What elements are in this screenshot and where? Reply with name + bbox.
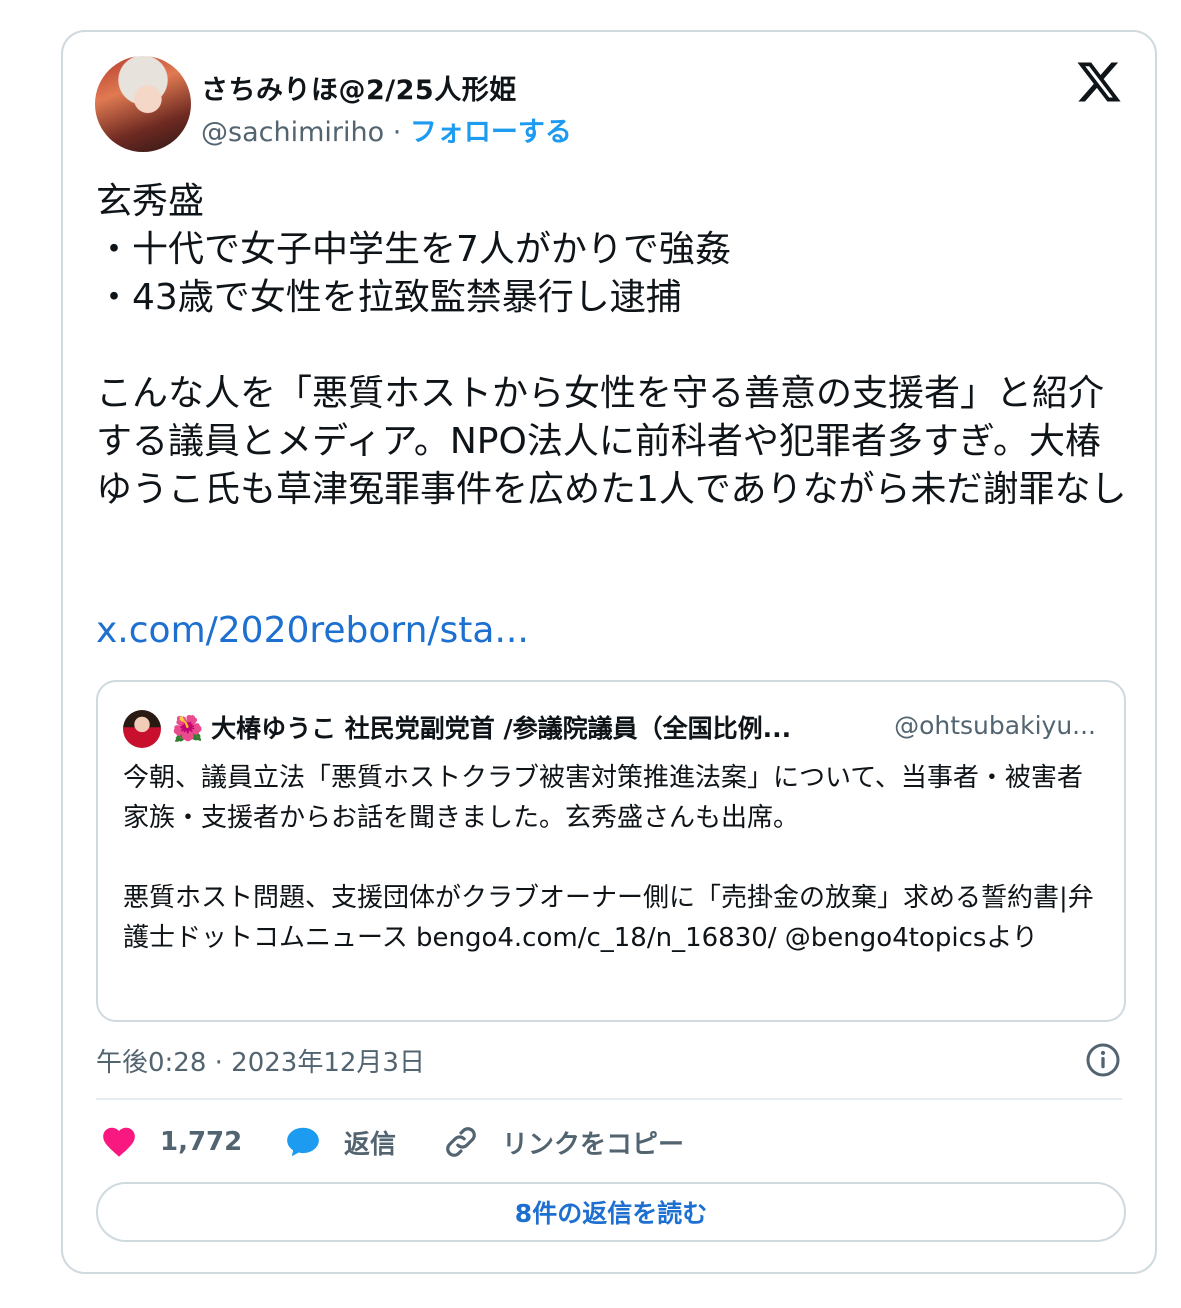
quoted-tweet-text: 今朝、議員立法「悪質ホストクラブ被害対策推進法案」について、当事者・被害者家族・… [123, 763, 1094, 953]
reply-bubble-icon [287, 1127, 319, 1157]
quoted-author-avatar [123, 710, 161, 748]
author-handle[interactable]: @sachimiriho [201, 117, 384, 148]
heart-icon [103, 1127, 135, 1157]
author-handle-row: @sachimiriho · フォローする [201, 110, 572, 149]
quoted-author-handle: @ohtsubakiyu... [880, 711, 1096, 740]
quoted-author-name: 大椿ゆうこ 社民党副党首 /参議院議員（全国比例... [211, 714, 792, 743]
info-icon[interactable] [1085, 1042, 1121, 1078]
flower-emoji-icon: 🌺 [172, 714, 204, 743]
tweet-link[interactable]: x.com/2020reborn/sta... [96, 610, 529, 651]
tweet-card: さちみりほ@2/25人形姫 @sachimiriho · フォローする 玄秀盛 … [61, 30, 1157, 1274]
reply-button[interactable]: 返信 [284, 1118, 396, 1166]
tweet-timestamp[interactable]: 午後0:28 · 2023年12月3日 [96, 1042, 425, 1079]
author-avatar[interactable] [95, 56, 191, 152]
divider [96, 1098, 1122, 1100]
link-icon [446, 1127, 476, 1157]
like-count: 1,772 [160, 1127, 243, 1157]
author-display-name[interactable]: さちみりほ@2/25人形姫 [201, 68, 517, 107]
quoted-tweet[interactable]: 🌺 大椿ゆうこ 社民党副党首 /参議院議員（全国比例... @ohtsubaki… [96, 680, 1126, 1022]
copy-link-label: リンクをコピー [502, 1129, 685, 1160]
read-replies-button[interactable]: 8件の返信を読む [96, 1182, 1126, 1242]
copy-link-button[interactable]: リンクをコピー [442, 1118, 684, 1166]
action-bar: 1,772 返信 リンクをコピー [96, 1118, 1126, 1166]
reply-label: 返信 [344, 1129, 397, 1160]
tweet-text: 玄秀盛 ・十代で女子中学生を7人がかりで強姦 ・43歳で女性を拉致監禁暴行し逮捕… [96, 181, 1127, 510]
like-button[interactable]: 1,772 [100, 1118, 242, 1166]
x-logo-icon[interactable] [1075, 58, 1123, 106]
handle-separator: · [392, 117, 402, 148]
follow-button[interactable]: フォローする [410, 117, 572, 148]
